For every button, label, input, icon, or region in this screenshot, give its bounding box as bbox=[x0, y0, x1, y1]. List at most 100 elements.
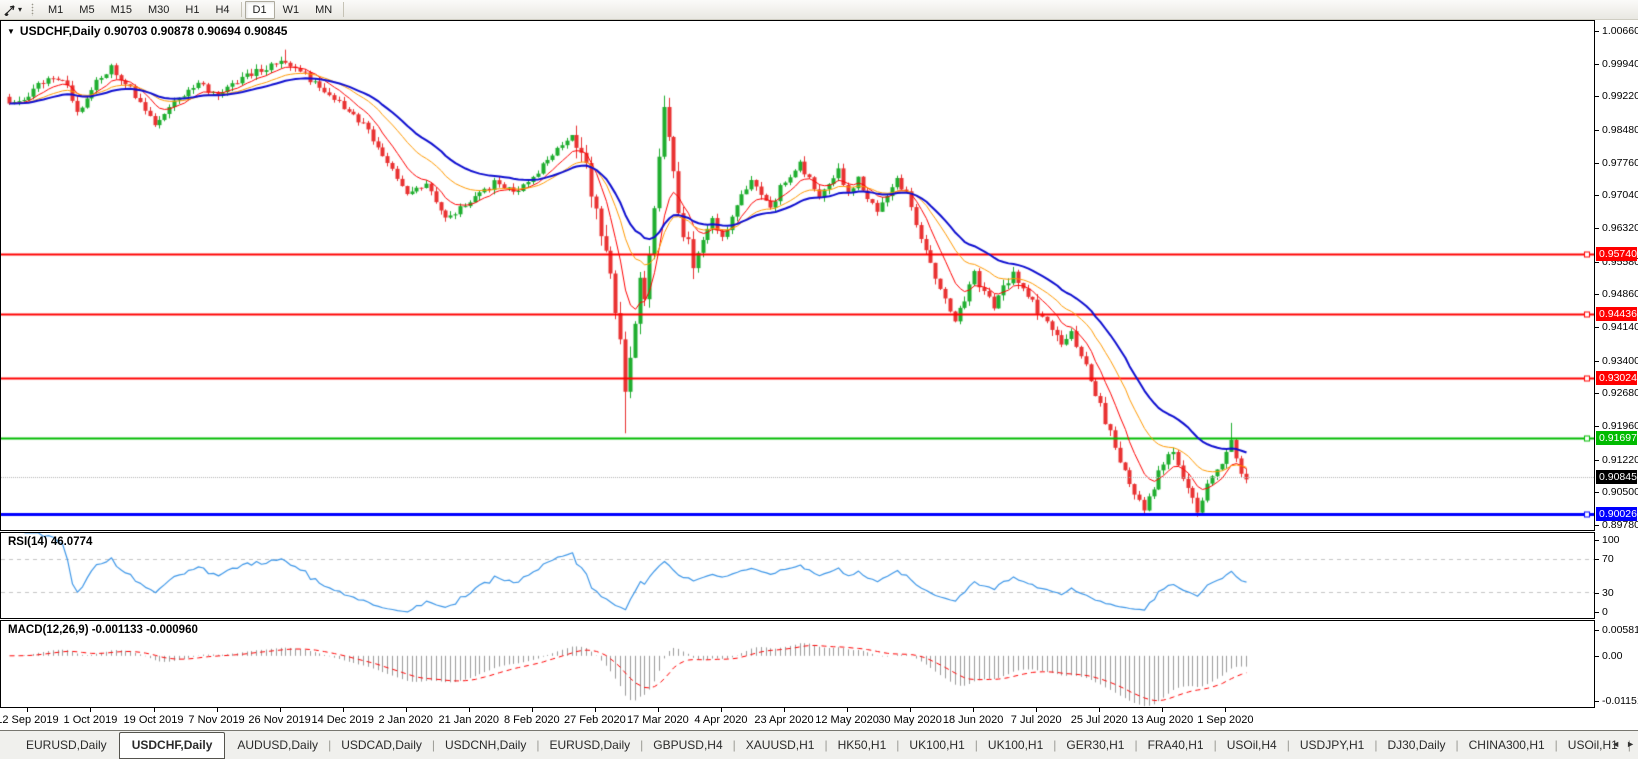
timeframe-button-mn[interactable]: MN bbox=[307, 1, 340, 19]
date-tick-mark bbox=[343, 708, 344, 712]
chart-tab-usdjpy-h1[interactable]: USDJPY,H1 bbox=[1288, 734, 1376, 757]
rsi-scale-tick: 70 bbox=[1602, 553, 1614, 565]
chart-tab-xauusd-h1[interactable]: XAUUSD,H1 bbox=[734, 734, 827, 757]
chart-tab-uk100-h1[interactable]: UK100,H1 bbox=[976, 734, 1055, 757]
rsi-scale-tick: 30 bbox=[1602, 587, 1614, 599]
timeframe-button-m1[interactable]: M1 bbox=[40, 1, 71, 19]
timeframe-button-d1[interactable]: D1 bbox=[245, 1, 275, 19]
chart-title: ▼ USDCHF,Daily 0.90703 0.90878 0.90694 0… bbox=[7, 24, 287, 38]
timeframe-button-m5[interactable]: M5 bbox=[71, 1, 102, 19]
macd-indicator-label: MACD(12,26,9) -0.001133 -0.000960 bbox=[8, 624, 198, 636]
date-tick-mark bbox=[90, 708, 91, 712]
toolbar-grip[interactable] bbox=[30, 3, 36, 16]
date-tick-mark bbox=[1162, 708, 1163, 712]
chart-tab-usoil-h4[interactable]: USOil,H4 bbox=[1215, 734, 1289, 757]
price-tick-mark bbox=[1595, 460, 1599, 461]
date-tick-mark bbox=[406, 708, 407, 712]
macd-scale-tick-mark bbox=[1595, 630, 1599, 631]
chart-tab-fra40-h1[interactable]: FRA40,H1 bbox=[1136, 734, 1216, 757]
level-price-badge: 0.94436 bbox=[1596, 307, 1637, 321]
date-tick-mark bbox=[280, 708, 281, 712]
chart-tab-usdcad-daily[interactable]: USDCAD,Daily bbox=[329, 734, 434, 757]
chart-tab-china300-h1[interactable]: CHINA300,H1 bbox=[1457, 734, 1557, 757]
price-chart-canvas[interactable] bbox=[1, 21, 1594, 530]
price-scale[interactable]: 1.006600.999400.992200.984800.977600.970… bbox=[1595, 0, 1638, 759]
price-tick: 0.98480 bbox=[1602, 124, 1638, 136]
rsi-indicator-label: RSI(14) 46.0774 bbox=[8, 536, 92, 548]
date-tick-mark bbox=[847, 708, 848, 712]
chart-tab-gbpusd-h4[interactable]: GBPUSD,H4 bbox=[641, 734, 734, 757]
chart-tab-ger30-h1[interactable]: GER30,H1 bbox=[1054, 734, 1136, 757]
date-tick-mark bbox=[973, 708, 974, 712]
price-tick-mark bbox=[1595, 163, 1599, 164]
date-tick-label: 1 Sep 2020 bbox=[1197, 714, 1253, 726]
date-tick-mark bbox=[784, 708, 785, 712]
timeframe-button-m30[interactable]: M30 bbox=[140, 1, 177, 19]
date-tick-label: 30 May 2020 bbox=[878, 714, 942, 726]
price-tick-mark bbox=[1595, 393, 1599, 394]
date-tick-label: 14 Dec 2019 bbox=[311, 714, 373, 726]
chart-tab-eurusd-daily[interactable]: EURUSD,Daily bbox=[537, 734, 642, 757]
chart-cursor-icon bbox=[4, 4, 17, 16]
date-tick-mark bbox=[154, 708, 155, 712]
price-tick-mark bbox=[1595, 96, 1599, 97]
rsi-scale-tick-mark bbox=[1595, 593, 1599, 594]
rsi-scale-tick: 100 bbox=[1602, 534, 1620, 546]
price-tick-mark bbox=[1595, 492, 1599, 493]
chart-tab-hk50-h1[interactable]: HK50,H1 bbox=[826, 734, 899, 757]
timeframe-button-h4[interactable]: H4 bbox=[207, 1, 237, 19]
timeframe-button-w1[interactable]: W1 bbox=[275, 1, 308, 19]
macd-scale-tick: -0.011514 bbox=[1602, 695, 1638, 707]
price-tick-mark bbox=[1595, 31, 1599, 32]
rsi-scale-tick: 0 bbox=[1602, 606, 1608, 618]
price-tick-mark bbox=[1595, 525, 1599, 526]
timeframe-button-m15[interactable]: M15 bbox=[103, 1, 140, 19]
date-tick-mark bbox=[469, 708, 470, 712]
level-price-badge: 0.93024 bbox=[1596, 371, 1637, 385]
chart-tab-usdcnh-daily[interactable]: USDCNH,Daily bbox=[433, 734, 538, 757]
date-tick-label: 25 Jul 2020 bbox=[1071, 714, 1128, 726]
chart-tab-uk100-h1[interactable]: UK100,H1 bbox=[897, 734, 976, 757]
date-tick-label: 4 Apr 2020 bbox=[694, 714, 747, 726]
price-tick-mark bbox=[1595, 361, 1599, 362]
timeframe-toolbar: ▾ M1M5M15M30H1H4 D1W1MN bbox=[0, 0, 1638, 20]
date-tick-label: 17 Mar 2020 bbox=[627, 714, 689, 726]
date-tick-label: 13 Aug 2020 bbox=[1131, 714, 1193, 726]
price-tick: 0.91220 bbox=[1602, 454, 1638, 466]
chart-cursor-tool-button[interactable]: ▾ bbox=[0, 1, 26, 18]
chart-tab-audusd-daily[interactable]: AUDUSD,Daily bbox=[225, 734, 330, 757]
date-tick-mark bbox=[658, 708, 659, 712]
date-tick-label: 7 Jul 2020 bbox=[1011, 714, 1062, 726]
chart-tab-usdchf-daily[interactable]: USDCHF,Daily bbox=[119, 732, 226, 759]
level-price-badge: 0.91697 bbox=[1596, 431, 1637, 445]
rsi-scale-tick-mark bbox=[1595, 559, 1599, 560]
time-scale[interactable]: 12 Sep 20191 Oct 201919 Oct 20197 Nov 20… bbox=[0, 708, 1595, 729]
date-tick-label: 19 Oct 2019 bbox=[124, 714, 184, 726]
toolbar-separator bbox=[241, 2, 242, 17]
price-tick: 0.93400 bbox=[1602, 355, 1638, 367]
timeframe-button-h1[interactable]: H1 bbox=[177, 1, 207, 19]
date-tick-mark bbox=[910, 708, 911, 712]
price-tick: 0.94140 bbox=[1602, 321, 1638, 333]
chart-tab-eurusd-daily[interactable]: EURUSD,Daily bbox=[14, 734, 119, 757]
level-price-badge: 0.90026 bbox=[1596, 507, 1637, 521]
rsi-scale-tick-mark bbox=[1595, 540, 1599, 541]
dropdown-caret-icon: ▾ bbox=[18, 6, 22, 14]
price-tick: 0.90500 bbox=[1602, 486, 1638, 498]
macd-scale-tick: 0.005818 bbox=[1602, 624, 1638, 636]
price-tick-mark bbox=[1595, 426, 1599, 427]
price-tick-mark bbox=[1595, 327, 1599, 328]
price-tick: 0.99220 bbox=[1602, 90, 1638, 102]
date-tick-mark bbox=[27, 708, 28, 712]
date-tick-label: 12 Sep 2019 bbox=[0, 714, 59, 726]
price-tick: 0.97760 bbox=[1602, 157, 1638, 169]
price-tick-mark bbox=[1595, 130, 1599, 131]
rsi-chart-canvas[interactable] bbox=[1, 533, 1594, 618]
level-price-badge: 0.95740 bbox=[1596, 247, 1637, 261]
macd-chart-canvas[interactable] bbox=[1, 621, 1594, 707]
date-tick-mark bbox=[721, 708, 722, 712]
chart-tab-dj30-daily[interactable]: DJ30,Daily bbox=[1375, 734, 1457, 757]
date-tick-label: 21 Jan 2020 bbox=[438, 714, 499, 726]
macd-scale-tick-mark bbox=[1595, 701, 1599, 702]
date-tick-label: 26 Nov 2019 bbox=[248, 714, 310, 726]
